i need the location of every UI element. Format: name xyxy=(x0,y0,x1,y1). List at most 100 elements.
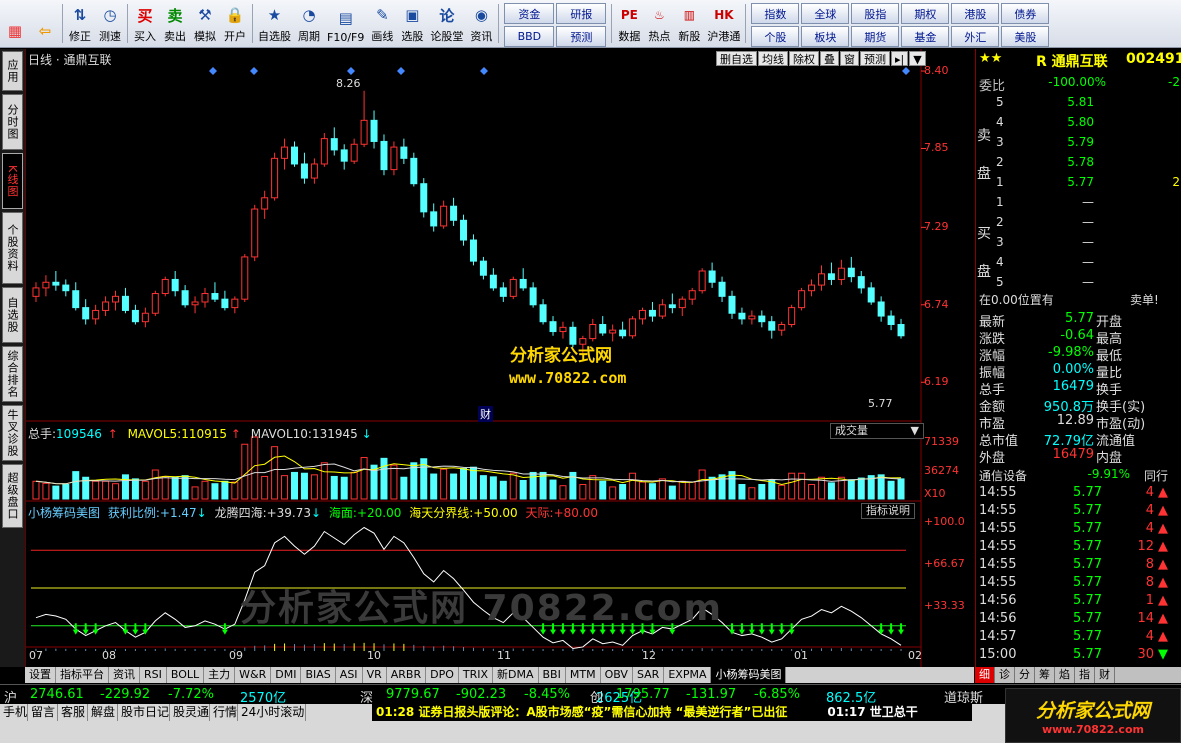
toolbar-button-3[interactable]: ◷ 测速 xyxy=(95,0,125,47)
toolbar-button-11[interactable]: ✎ 画线 xyxy=(367,0,397,47)
quote-tab-6[interactable]: 财 xyxy=(1095,667,1115,683)
toolbar-grid-button[interactable]: 期权 xyxy=(901,3,950,24)
toolbar-grid-button[interactable]: 港股 xyxy=(951,3,1000,24)
chart-button-4[interactable]: 窗 xyxy=(840,51,859,66)
toolbar-grid-button[interactable]: 期货 xyxy=(851,26,900,47)
vtab-6[interactable]: 牛叉诊股 xyxy=(2,405,23,461)
toolbar-mid-button-2[interactable]: ▥ 新股 xyxy=(674,0,704,47)
vtab-5[interactable]: 综合排名 xyxy=(2,346,23,402)
indicator-tab-4[interactable]: BOLL xyxy=(167,667,205,683)
toolbar-mid-button-3[interactable]: HK 沪港通 xyxy=(704,0,743,47)
indicator-tab-15[interactable]: BBI xyxy=(539,667,566,683)
toolbar-button-9[interactable]: ◔ 周期 xyxy=(294,0,324,47)
buy-row[interactable]: 4— xyxy=(976,255,1181,273)
vtab-2[interactable]: K线图 xyxy=(2,153,23,209)
toolbar-grid-button[interactable]: 股指 xyxy=(851,3,900,24)
toolbar-grid-button[interactable]: BBD xyxy=(504,26,555,47)
indicator-tab-8[interactable]: BIAS xyxy=(301,667,336,683)
status-item-2[interactable]: 客服 xyxy=(58,704,88,721)
chart-button-2[interactable]: 除权 xyxy=(789,51,819,66)
indicator-tab-6[interactable]: W&R xyxy=(235,667,272,683)
toolbar-grid-button[interactable]: 外汇 xyxy=(951,26,1000,47)
toolbar-button-5[interactable]: 卖卖出 xyxy=(160,0,190,47)
indicator-tab-20[interactable]: 小杨筹码美图 xyxy=(711,667,787,683)
indicator-tab-11[interactable]: ARBR xyxy=(387,667,427,683)
toolbar-button-8[interactable]: ★ 自选股 xyxy=(255,0,294,47)
vtab-7[interactable]: 超级盘口 xyxy=(2,464,23,528)
status-item-0[interactable]: 手机 xyxy=(0,704,28,721)
toolbar-grid-button[interactable]: 板块 xyxy=(801,26,850,47)
indicator-tab-7[interactable]: DMI xyxy=(271,667,302,683)
buy-row[interactable]: 1— xyxy=(976,195,1181,213)
indicator-tab-16[interactable]: MTM xyxy=(566,667,601,683)
toolbar-grid-button[interactable]: 全球 xyxy=(801,3,850,24)
status-item-1[interactable]: 留言 xyxy=(28,704,58,721)
indicator-tab-10[interactable]: VR xyxy=(363,667,387,683)
industry-peers[interactable]: 同行 xyxy=(1144,467,1168,484)
buy-row[interactable]: 2— xyxy=(976,215,1181,233)
toolbar-button-4[interactable]: 买买入 xyxy=(130,0,160,47)
toolbar-button-10[interactable]: ▤ F10/F9 xyxy=(324,0,367,47)
indicator-tab-13[interactable]: TRIX xyxy=(459,667,494,683)
vtab-3[interactable]: 个股资料 xyxy=(2,212,23,284)
kline-chart-area[interactable]: 日线 · 通鼎互联 删自选 均线 除权叠窗预测 ▸| ▼ 8.26 5.77 财 分析家… xyxy=(25,49,975,667)
indicator-tab-9[interactable]: ASI xyxy=(336,667,363,683)
toolbar-button-14[interactable]: ◉ 资讯 xyxy=(466,0,496,47)
indicator-tab-14[interactable]: 新DMA xyxy=(493,667,539,683)
indicator-tab-19[interactable]: EXPMA xyxy=(664,667,712,683)
chart-button-5[interactable]: 预测 xyxy=(860,51,890,66)
toolbar-button-2[interactable]: ⇅ 修正 xyxy=(65,0,95,47)
toolbar-mid-button-1[interactable]: ♨ 热点 xyxy=(644,0,674,47)
toolbar-grid-button[interactable]: 预测 xyxy=(556,26,607,47)
chart-button-1[interactable]: 均线 xyxy=(758,51,788,66)
quote-tab-4[interactable]: 焰 xyxy=(1055,667,1075,683)
status-item-6[interactable]: 行情 xyxy=(210,704,238,721)
quote-tab-2[interactable]: 分 xyxy=(1015,667,1035,683)
quote-tab-1[interactable]: 诊 xyxy=(995,667,1015,683)
toolbar-grid-button[interactable]: 美股 xyxy=(1001,26,1050,47)
vtab-1[interactable]: 分时图 xyxy=(2,94,23,150)
vtab-0[interactable]: 应用 xyxy=(2,51,23,91)
chart-button-3[interactable]: 叠 xyxy=(820,51,839,66)
indicator-tab-18[interactable]: SAR xyxy=(633,667,665,683)
finance-marker[interactable]: 财 xyxy=(478,406,493,422)
toolbar-button-12[interactable]: ▣ 选股 xyxy=(397,0,427,47)
chart-button-0[interactable]: 删自选 xyxy=(716,51,757,66)
status-item-5[interactable]: 股灵通 xyxy=(170,704,210,721)
toolbar-grid-button[interactable]: 研报 xyxy=(556,3,607,24)
news-scroll[interactable]: 01:28 证券日报头版评论：A股市场感“疫”需信心加持 “最美逆行者”已出征 0… xyxy=(372,704,972,721)
toolbar-mid-button-0[interactable]: PE 数据 xyxy=(614,0,644,47)
sell-row[interactable]: 5 5.81 xyxy=(976,95,1181,113)
sell-row[interactable]: 2 5.78 xyxy=(976,155,1181,173)
vtab-4[interactable]: 自选股 xyxy=(2,287,23,343)
status-item-7[interactable]: 24小时滚动 xyxy=(238,704,306,721)
sell-row[interactable]: 4 5.80 xyxy=(976,115,1181,133)
indicator-tab-12[interactable]: DPO xyxy=(426,667,459,683)
toolbar-button-7[interactable]: 🔒 开户 xyxy=(220,0,250,47)
toolbar-grid-button[interactable]: 指数 xyxy=(751,3,800,24)
toolbar-grid-button[interactable]: 债券 xyxy=(1001,3,1050,24)
volume-selector[interactable]: 成交量 ▼ xyxy=(830,423,924,439)
toolbar-button-1[interactable]: ⇦ xyxy=(30,0,60,47)
quote-tab-0[interactable]: 细 xyxy=(975,667,995,683)
status-item-4[interactable]: 股市日记 xyxy=(118,704,170,721)
toolbar-grid-button[interactable]: 基金 xyxy=(901,26,950,47)
indicator-help-button[interactable]: 指标说明 xyxy=(861,503,915,519)
indicator-tab-0[interactable]: 设置 xyxy=(25,667,56,683)
buy-row[interactable]: 3— xyxy=(976,235,1181,253)
toolbar-grid-button[interactable]: 资金 xyxy=(504,3,555,24)
toolbar-button-13[interactable]: 论论股堂 xyxy=(427,0,466,47)
sell-row[interactable]: 1 5.77 2 xyxy=(976,175,1181,193)
quote-tab-3[interactable]: 筹 xyxy=(1035,667,1055,683)
toolbar-grid-button[interactable]: 个股 xyxy=(751,26,800,47)
indicator-tab-17[interactable]: OBV xyxy=(601,667,633,683)
sell-row[interactable]: 3 5.79 xyxy=(976,135,1181,153)
indicator-tab-5[interactable]: 主力 xyxy=(204,667,236,683)
status-item-3[interactable]: 解盘 xyxy=(88,704,118,721)
indicator-tab-2[interactable]: 资讯 xyxy=(109,667,140,683)
toolbar-button-6[interactable]: ⚒ 模拟 xyxy=(190,0,220,47)
quote-tab-5[interactable]: 指 xyxy=(1075,667,1095,683)
chart-more-icon[interactable]: ▸| xyxy=(891,51,909,66)
indicator-tab-1[interactable]: 指标平台 xyxy=(56,667,109,683)
toolbar-button-0[interactable]: ▦ xyxy=(0,0,30,47)
